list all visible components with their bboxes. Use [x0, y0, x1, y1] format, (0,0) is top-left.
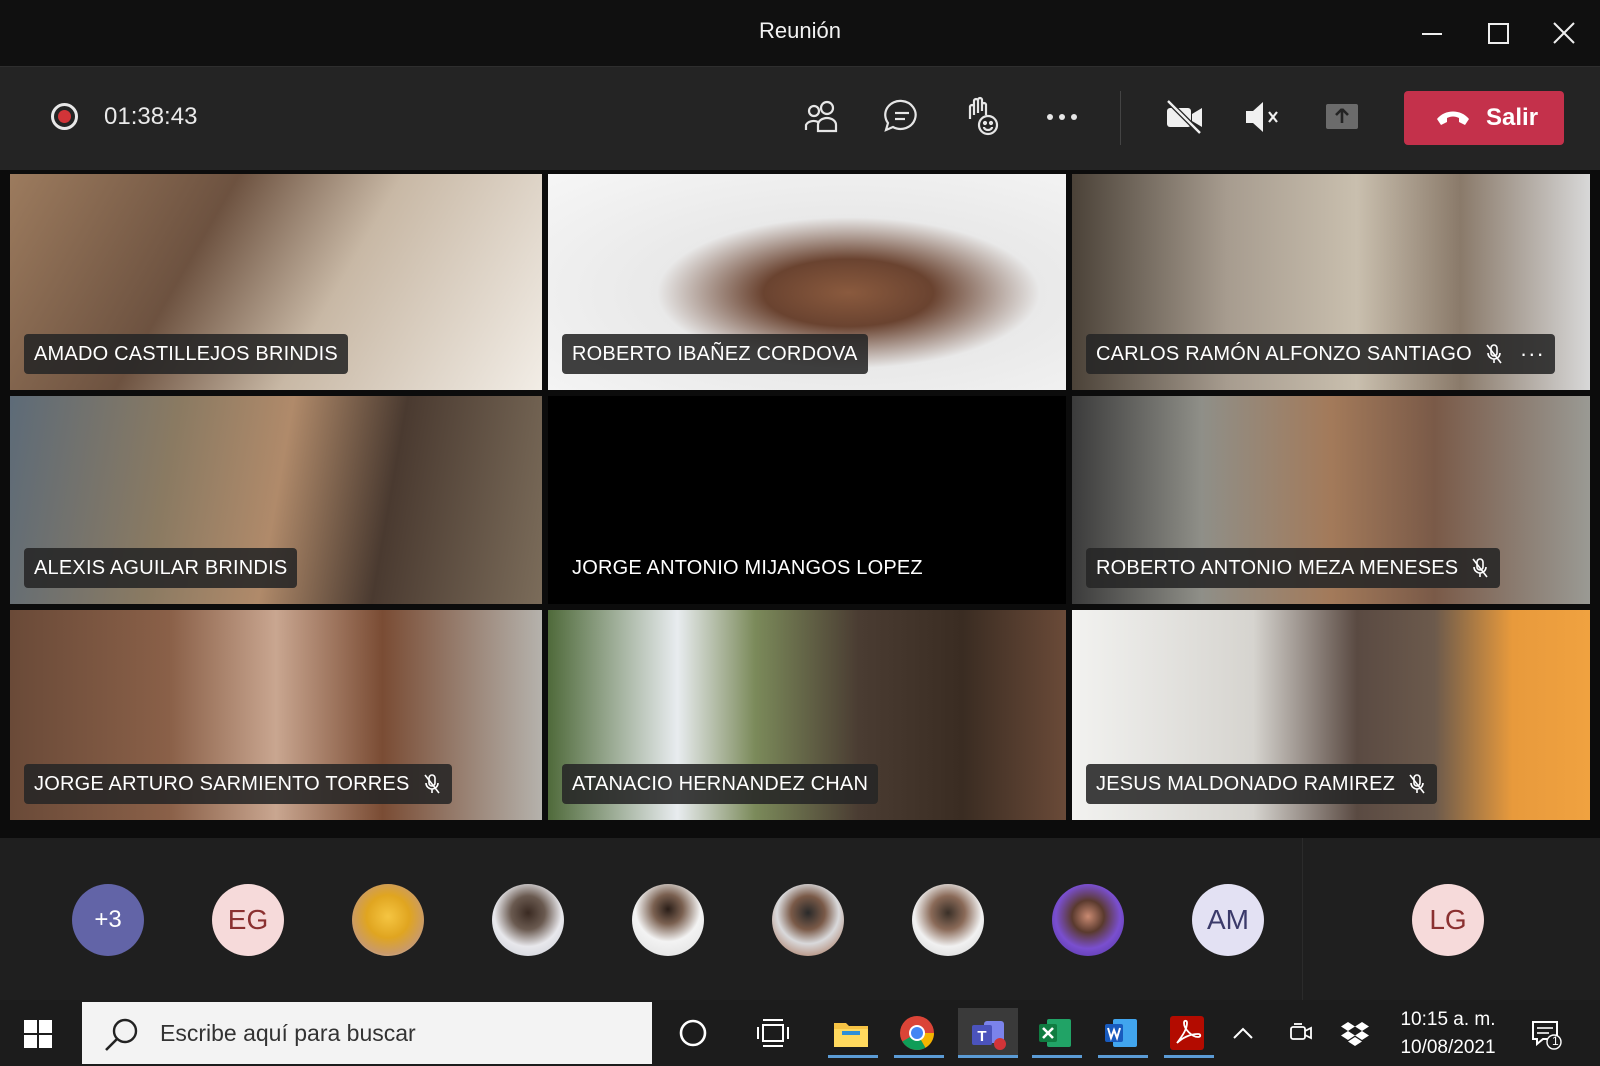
minimize-button[interactable] — [1414, 16, 1450, 52]
raise-hand-icon[interactable] — [960, 95, 1004, 139]
participants-icon[interactable] — [800, 95, 844, 139]
active-app-indicator — [1098, 1055, 1148, 1058]
participant-name: CARLOS RAMÓN ALFONZO SANTIAGO — [1096, 342, 1472, 365]
teams-icon[interactable]: T — [958, 1008, 1018, 1058]
strip-divider — [1302, 838, 1303, 1000]
participant-name-tag: ROBERTO ANTONIO MEZA MENESES — [1086, 548, 1501, 588]
avatar[interactable]: EG — [212, 884, 284, 956]
participant-tile[interactable]: JORGE ANTONIO MIJANGOS LOPEZ — [548, 396, 1066, 604]
participant-tile[interactable]: ROBERTO IBAÑEZ CORDOVA — [548, 174, 1066, 390]
mic-off-icon — [1486, 344, 1502, 364]
active-app-indicator — [1164, 1055, 1214, 1058]
participant-name: JORGE ANTONIO MIJANGOS LOPEZ — [572, 556, 923, 579]
participant-tile[interactable]: JORGE ARTURO SARMIENTO TORRES — [10, 610, 542, 820]
camera-off-icon[interactable] — [1162, 95, 1206, 139]
active-app-indicator — [958, 1055, 1018, 1058]
svg-text:T: T — [977, 1028, 986, 1045]
more-options-icon[interactable]: ··· — [1520, 341, 1545, 367]
meet-now-icon[interactable] — [1284, 1008, 1318, 1058]
mic-off-icon — [1472, 558, 1488, 578]
title-bar: Reunión — [0, 0, 1600, 66]
search-icon — [105, 1018, 138, 1051]
active-app-indicator — [894, 1055, 944, 1058]
participant-tile[interactable]: ALEXIS AGUILAR BRINDIS — [10, 396, 542, 604]
avatar[interactable] — [352, 884, 424, 956]
participant-name-tag: JESUS MALDONADO RAMIREZ — [1086, 764, 1438, 804]
meeting-toolbar: 01:38:43 Salir — [0, 66, 1600, 171]
cortana-icon[interactable] — [668, 1008, 718, 1058]
participant-tile[interactable]: CARLOS RAMÓN ALFONZO SANTIAGO ··· — [1072, 174, 1590, 390]
participant-name-tag: ATANACIO HERNANDEZ CHAN — [562, 764, 879, 804]
windows-taskbar: Escribe aquí para buscar T 10:15 a. m. 1… — [0, 1000, 1600, 1066]
notification-center-icon[interactable]: 1 — [1520, 1008, 1570, 1058]
participant-name: ROBERTO ANTONIO MEZA MENESES — [1096, 556, 1459, 579]
active-app-indicator — [1032, 1055, 1082, 1058]
participant-name: JORGE ARTURO SARMIENTO TORRES — [34, 772, 410, 795]
avatar[interactable] — [632, 884, 704, 956]
close-button[interactable] — [1546, 16, 1582, 52]
participant-name: JESUS MALDONADO RAMIREZ — [1096, 772, 1396, 795]
participant-name-tag: ALEXIS AGUILAR BRINDIS — [24, 548, 298, 588]
mic-off-icon — [423, 774, 440, 794]
leave-button[interactable]: Salir — [1404, 91, 1564, 145]
chrome-icon[interactable] — [892, 1008, 944, 1058]
taskbar-search-box[interactable]: Escribe aquí para buscar — [82, 1002, 652, 1064]
participant-name: ALEXIS AGUILAR BRINDIS — [34, 556, 288, 579]
participant-name: ROBERTO IBAÑEZ CORDOVA — [572, 342, 858, 365]
participant-tile[interactable]: ATANACIO HERNANDEZ CHAN — [548, 610, 1066, 820]
recording-indicator-icon — [51, 103, 78, 130]
participant-name: ATANACIO HERNANDEZ CHAN — [572, 772, 869, 795]
participant-name-tag: AMADO CASTILLEJOS BRINDIS — [24, 334, 348, 374]
active-app-indicator — [828, 1055, 878, 1058]
participant-tile[interactable]: ROBERTO ANTONIO MEZA MENESES — [1072, 396, 1590, 604]
more-options-icon[interactable] — [1040, 95, 1084, 139]
avatar[interactable] — [492, 884, 564, 956]
toolbar-separator — [1120, 91, 1121, 145]
participant-name-tag: JORGE ARTURO SARMIENTO TORRES — [24, 764, 452, 804]
avatar[interactable] — [1052, 884, 1124, 956]
clock-time: 10:15 a. m. — [1400, 1009, 1496, 1030]
participant-name-tag: JORGE ANTONIO MIJANGOS LOPEZ — [562, 548, 933, 588]
dropbox-icon[interactable] — [1338, 1008, 1372, 1058]
meeting-timer: 01:38:43 — [104, 103, 198, 130]
avatar[interactable]: LG — [1412, 884, 1484, 956]
mic-off-icon — [1409, 774, 1425, 794]
chevron-up-icon[interactable] — [1226, 1008, 1260, 1058]
system-clock[interactable]: 10:15 a. m. 10/08/2021 — [1388, 1006, 1508, 1062]
phone-hangup-icon — [1437, 111, 1469, 125]
windows-start-icon[interactable] — [24, 1020, 52, 1048]
avatar[interactable] — [912, 884, 984, 956]
task-view-icon[interactable] — [748, 1008, 798, 1058]
excel-icon[interactable] — [1030, 1008, 1082, 1058]
window-title: Reunión — [759, 18, 841, 43]
file-explorer-icon[interactable] — [826, 1008, 878, 1058]
maximize-button[interactable] — [1480, 16, 1516, 52]
notification-count: 1 — [1552, 1034, 1559, 1048]
participant-name-tag: CARLOS RAMÓN ALFONZO SANTIAGO ··· — [1086, 334, 1555, 374]
share-tray-icon[interactable] — [1320, 95, 1364, 139]
overflow-participants-button[interactable]: +3 — [72, 884, 144, 956]
participant-tile[interactable]: AMADO CASTILLEJOS BRINDIS — [10, 174, 542, 390]
participant-tile[interactable]: JESUS MALDONADO RAMIREZ — [1072, 610, 1590, 820]
avatar[interactable] — [772, 884, 844, 956]
leave-button-label: Salir — [1486, 104, 1539, 131]
avatar[interactable]: AM — [1192, 884, 1264, 956]
acrobat-icon[interactable] — [1162, 1008, 1214, 1058]
word-icon[interactable] — [1096, 1008, 1148, 1058]
chat-icon[interactable] — [880, 95, 924, 139]
search-placeholder: Escribe aquí para buscar — [160, 1020, 416, 1046]
video-grid: AMADO CASTILLEJOS BRINDIS ROBERTO IBAÑEZ… — [0, 170, 1600, 838]
speaker-muted-icon[interactable] — [1240, 95, 1284, 139]
participant-name: AMADO CASTILLEJOS BRINDIS — [34, 342, 338, 365]
clock-date: 10/08/2021 — [1400, 1037, 1496, 1058]
participant-name-tag: ROBERTO IBAÑEZ CORDOVA — [562, 334, 868, 374]
